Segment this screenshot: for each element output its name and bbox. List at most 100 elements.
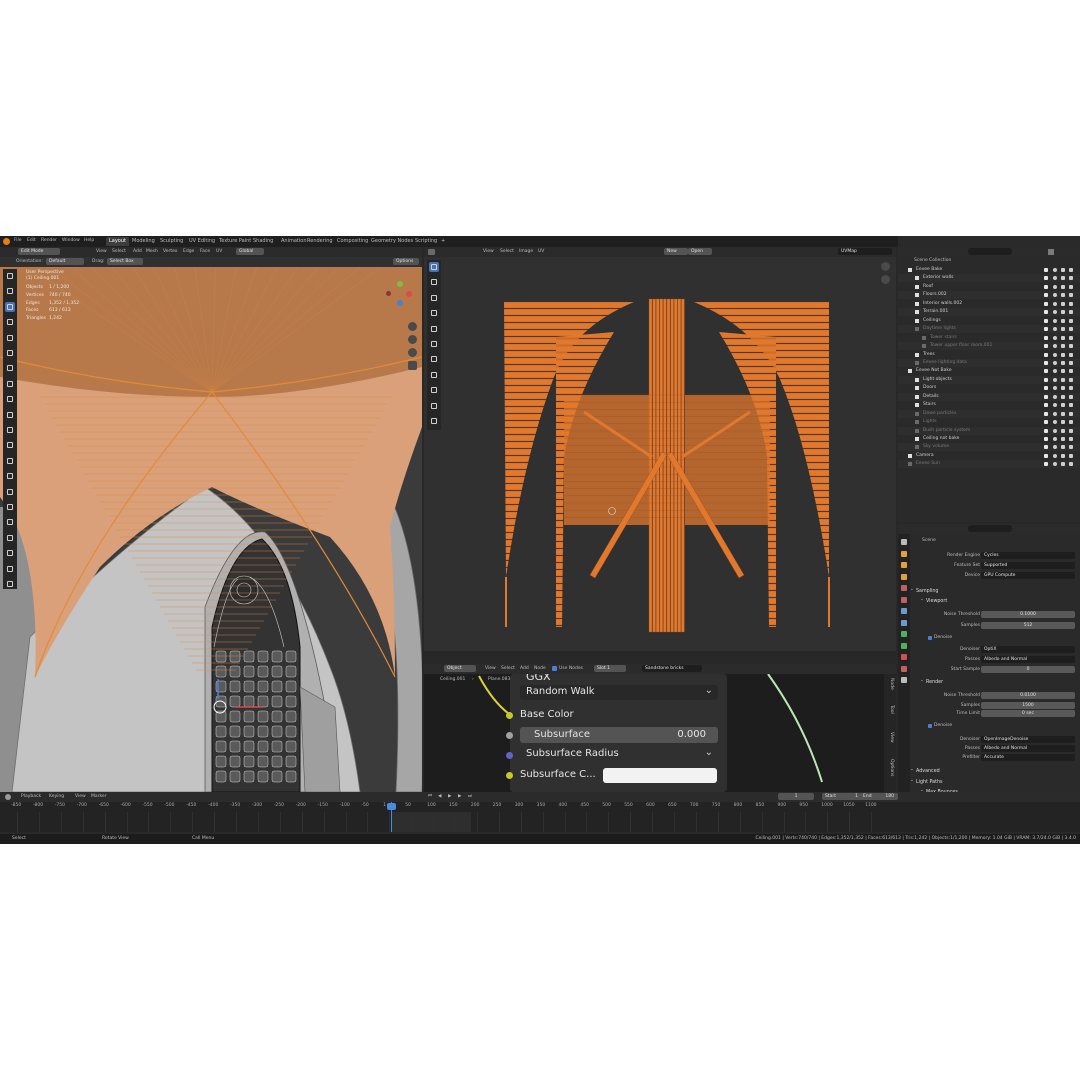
outliner-row[interactable]: Camera [898,452,1080,460]
node-menu-node[interactable]: Node [534,666,546,672]
exclude-checkbox[interactable] [1044,318,1048,323]
sampling-panel-header[interactable]: Sampling [916,588,938,595]
prefilter-field[interactable]: Accurate [981,754,1075,761]
rotate-tool-icon[interactable] [5,317,15,327]
camera-render-icon[interactable] [1061,276,1065,281]
shear-tool-icon[interactable] [5,564,15,574]
exclude-checkbox[interactable] [1044,394,1048,399]
camera-render-icon[interactable] [1061,445,1065,450]
render-icon[interactable] [1069,344,1073,349]
render-icon[interactable] [1069,352,1073,357]
uv-relax-tool-icon[interactable] [429,385,439,395]
render-icon[interactable] [1069,462,1073,467]
camera-render-icon[interactable] [1061,420,1065,425]
render-passes-field[interactable]: Albedo and Normal [981,745,1075,752]
eye-icon[interactable] [1053,420,1057,425]
camera-render-icon[interactable] [1061,344,1065,349]
exclude-checkbox[interactable] [1044,437,1048,441]
uv-cursor-tool-icon[interactable] [429,277,439,287]
eye-icon[interactable] [1053,377,1057,382]
exclude-checkbox[interactable] [1044,445,1048,450]
play-icon[interactable]: ▶ [448,794,451,800]
uv-menu-image[interactable]: Image [519,249,533,255]
outliner-row[interactable]: Roof [898,283,1080,291]
exclude-checkbox[interactable] [1044,377,1048,382]
exclude-checkbox[interactable] [1044,428,1048,433]
eye-icon[interactable] [1053,360,1057,365]
camera-render-icon[interactable] [1061,352,1065,357]
viewport-menu-vertex[interactable]: Vertex [163,249,177,255]
outliner-row[interactable]: Dowe particles [898,409,1080,418]
eye-icon[interactable] [1053,386,1057,391]
render-engine-field[interactable]: Cycles [981,552,1075,559]
select-tool-icon[interactable] [5,271,15,281]
eye-icon[interactable] [1053,301,1057,306]
render-properties-tab-icon[interactable] [901,550,907,557]
eye-icon[interactable] [1053,437,1057,441]
camera-render-icon[interactable] [1061,327,1065,332]
camera-render-icon[interactable] [1061,369,1065,374]
breadcrumb-object[interactable]: Ceiling.001 [440,677,465,683]
node-menu-view[interactable]: View [485,666,496,672]
inset-tool-icon[interactable] [5,425,15,435]
render-icon[interactable] [1069,377,1073,382]
base-color-socket[interactable] [506,712,513,719]
timeline-menu-keying[interactable]: Keying [49,794,64,800]
cursor-tool-icon[interactable] [5,286,15,296]
exclude-checkbox[interactable] [1044,293,1048,298]
eye-icon[interactable] [1053,276,1057,281]
outliner-row[interactable]: Exterior walls [898,274,1080,283]
viewport-menu-uv[interactable]: UV [216,249,222,255]
shrink-fatten-tool-icon[interactable] [5,548,15,558]
exclude-checkbox[interactable] [1044,453,1048,458]
rip-tool-icon[interactable] [5,579,15,589]
viewport-start-sample-field[interactable]: 0 [981,666,1075,673]
exclude-checkbox[interactable] [1044,352,1048,357]
viewport-sampling-panel-header[interactable]: Viewport [926,598,947,605]
render-icon[interactable] [1069,327,1073,332]
viewport-denoiser-field[interactable]: OptiX [981,646,1075,653]
annotate-tool-icon[interactable] [5,363,15,373]
workspace-tab-rendering[interactable]: Rendering [304,237,336,246]
camera-render-icon[interactable] [1061,394,1065,399]
eye-icon[interactable] [1053,369,1057,374]
output-properties-tab-icon[interactable] [901,562,907,568]
viewport-denoise-checkbox[interactable] [928,635,932,640]
eye-icon[interactable] [1053,411,1057,416]
workspace-tab-modeling[interactable]: Modeling [129,237,158,246]
extrude-tool-icon[interactable] [5,410,15,420]
render-sampling-panel-header[interactable]: Render [926,679,943,686]
outliner-row[interactable]: Eevee lighting data [898,358,1080,367]
workspace-tab-texture-paint[interactable]: Texture Paint [216,237,254,246]
end-frame-field[interactable]: End 180 [860,793,898,800]
perspective-toggle-icon[interactable] [408,361,417,370]
timeline[interactable]: Playback Keying View Marker ⏮ ◀ ▶ ▶ ⏭ 1 Sta… [0,792,1080,832]
uv-annotate-tool-icon[interactable] [429,354,439,364]
render-icon[interactable] [1069,276,1073,281]
transform-tool-icon[interactable] [5,348,15,358]
outliner-row[interactable]: Ceilings [898,317,1080,325]
node-mode-dropdown[interactable]: Object [444,665,476,672]
exclude-checkbox[interactable] [1044,403,1048,408]
render-icon[interactable] [1069,335,1073,340]
viewport-menu-face[interactable]: Face [200,249,210,255]
eye-icon[interactable] [1053,284,1057,289]
eye-icon[interactable] [1053,310,1057,315]
viewport-menu-mesh[interactable]: Mesh [146,249,158,255]
filter-icon[interactable] [1048,249,1054,255]
use-nodes-checkbox[interactable] [552,666,557,671]
render-icon[interactable] [1069,293,1073,298]
world-properties-tab-icon[interactable] [901,596,907,603]
render-icon[interactable] [1069,386,1073,391]
uv-pinch-tool-icon[interactable] [429,401,439,411]
editor-type-icon[interactable] [428,249,435,255]
camera-render-icon[interactable] [1061,462,1065,467]
scale-tool-icon[interactable] [5,333,15,343]
start-frame-field[interactable]: Start 1 [822,793,862,800]
outliner-row[interactable]: Trees [898,351,1080,359]
exclude-checkbox[interactable] [1044,310,1048,315]
eye-icon[interactable] [1053,293,1057,298]
node-sidebar-tab-tool[interactable]: Tool [888,705,894,714]
camera-render-icon[interactable] [1061,335,1065,340]
exclude-checkbox[interactable] [1044,276,1048,281]
